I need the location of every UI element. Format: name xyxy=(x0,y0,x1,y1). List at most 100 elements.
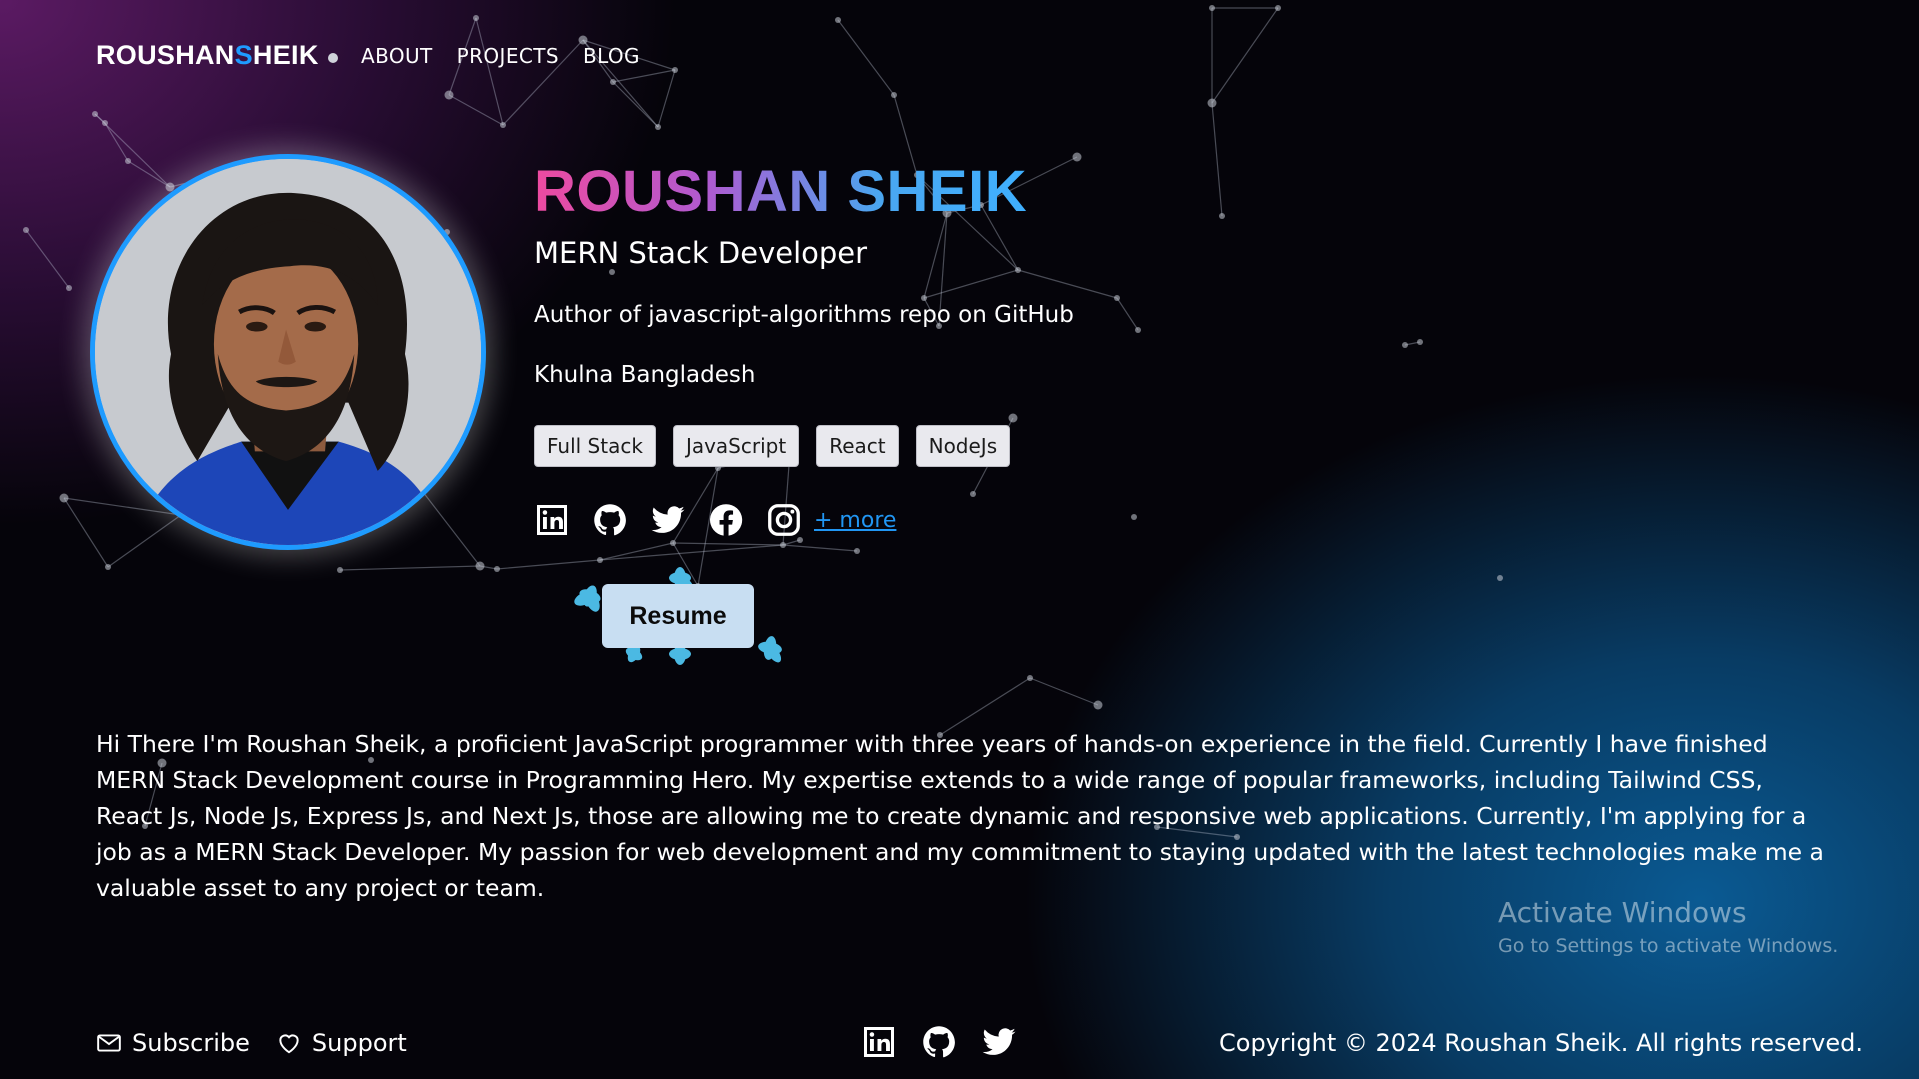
bio-paragraph: Hi There I'm Roushan Sheik, a proficient… xyxy=(96,730,1824,902)
nav-link-blog[interactable]: BLOG xyxy=(583,44,640,68)
resume-button[interactable]: Resume xyxy=(602,584,754,648)
linkedin-icon[interactable] xyxy=(861,1024,897,1060)
network-line xyxy=(1211,7,1279,104)
network-node xyxy=(92,111,98,117)
windows-activation-watermark: Activate Windows Go to Settings to activ… xyxy=(1498,896,1838,957)
support-label: Support xyxy=(311,1029,407,1057)
tag-nodejs: NodeJs xyxy=(915,425,1011,467)
network-node xyxy=(500,122,506,128)
network-line xyxy=(672,542,784,546)
network-node xyxy=(835,17,841,23)
brand-logo[interactable]: ROUSHAN S HEIK xyxy=(96,40,319,71)
hero-social-links: + more xyxy=(534,502,896,538)
network-node xyxy=(1135,327,1141,333)
network-node xyxy=(105,564,111,570)
network-node xyxy=(1093,700,1103,710)
network-node xyxy=(1072,152,1082,162)
network-node xyxy=(670,540,676,546)
tag-javascript: JavaScript xyxy=(672,425,800,467)
network-node xyxy=(1417,339,1423,345)
hero-name: ROUSHAN SHEIK xyxy=(534,159,1028,224)
skill-tags: Full Stack JavaScript React NodeJs xyxy=(534,425,1011,467)
network-line xyxy=(63,497,109,568)
network-node xyxy=(970,491,976,497)
network-line xyxy=(923,269,1019,299)
nav-link-projects[interactable]: PROJECTS xyxy=(457,44,559,68)
network-node xyxy=(672,67,678,73)
profile-photo xyxy=(95,159,481,545)
watermark-title: Activate Windows xyxy=(1498,896,1747,929)
network-line xyxy=(1029,677,1099,706)
tag-full-stack: Full Stack xyxy=(534,425,656,467)
network-node xyxy=(337,567,343,573)
github-icon[interactable] xyxy=(592,502,628,538)
watermark-subtitle: Go to Settings to activate Windows. xyxy=(1498,935,1839,957)
mail-icon xyxy=(97,1034,121,1052)
network-line xyxy=(1017,269,1118,299)
network-node xyxy=(780,542,786,548)
network-node xyxy=(1131,514,1137,520)
footer-copyright: Copyright © 2024 Roushan Sheik. All righ… xyxy=(1219,1029,1864,1057)
support-link[interactable]: Support xyxy=(276,1029,407,1057)
subscribe-link[interactable]: Subscribe xyxy=(96,1029,250,1057)
network-node xyxy=(1402,342,1408,348)
hero-location: Khulna Bangladesh xyxy=(534,362,756,388)
network-node xyxy=(66,285,72,291)
brand-text-part2: HEIK xyxy=(252,40,319,70)
linkedin-icon[interactable] xyxy=(534,502,570,538)
network-node xyxy=(1027,675,1033,681)
network-node xyxy=(1497,575,1503,581)
network-line xyxy=(782,544,858,552)
network-line xyxy=(448,94,504,126)
network-node xyxy=(854,548,860,554)
footer-actions: Subscribe Support xyxy=(96,1029,407,1057)
network-line xyxy=(475,17,504,126)
network-line xyxy=(612,69,676,83)
more-socials-link[interactable]: + more xyxy=(814,508,896,533)
network-node xyxy=(1114,295,1120,301)
hero-author-line: Author of javascript-algorithms repo on … xyxy=(534,302,1074,328)
network-line xyxy=(339,565,481,571)
network-node xyxy=(921,295,927,301)
facebook-icon[interactable] xyxy=(708,502,744,538)
subscribe-label: Subscribe xyxy=(132,1029,250,1057)
network-line xyxy=(127,160,171,188)
twitter-icon[interactable] xyxy=(650,502,686,538)
resume-button-wrapper: Resume xyxy=(560,566,810,676)
nav-link-about[interactable]: ABOUT xyxy=(361,44,433,68)
network-line xyxy=(422,491,481,567)
network-line xyxy=(657,69,676,128)
network-line xyxy=(837,19,895,96)
network-node xyxy=(102,120,108,126)
network-node xyxy=(1209,5,1215,11)
brand-text-accent: S xyxy=(234,40,253,70)
twitter-icon[interactable] xyxy=(981,1024,1017,1060)
main-nav: ABOUT PROJECTS BLOG xyxy=(361,44,640,68)
network-node xyxy=(655,124,661,130)
network-node xyxy=(891,92,897,98)
network-line xyxy=(107,514,182,568)
hero-role: MERN Stack Developer xyxy=(534,236,868,270)
github-icon[interactable] xyxy=(921,1024,957,1060)
nav-separator-dot xyxy=(328,53,338,63)
profile-avatar xyxy=(90,154,486,550)
network-node xyxy=(494,566,500,572)
footer-social-links xyxy=(861,1024,1017,1060)
network-line xyxy=(599,544,784,561)
network-node xyxy=(125,158,131,164)
network-node xyxy=(610,79,616,85)
network-line xyxy=(612,81,659,128)
brand-text-part1: ROUSHAN xyxy=(96,40,235,70)
network-node xyxy=(23,227,29,233)
network-node xyxy=(1207,98,1217,108)
network-node xyxy=(597,557,603,563)
network-node xyxy=(475,561,485,571)
network-node xyxy=(1275,5,1281,11)
network-line xyxy=(25,229,70,289)
network-node xyxy=(1008,413,1018,423)
instagram-icon[interactable] xyxy=(766,502,802,538)
network-node xyxy=(59,493,69,503)
network-node xyxy=(1015,267,1021,273)
heart-icon xyxy=(279,1034,299,1054)
network-node xyxy=(1219,213,1225,219)
